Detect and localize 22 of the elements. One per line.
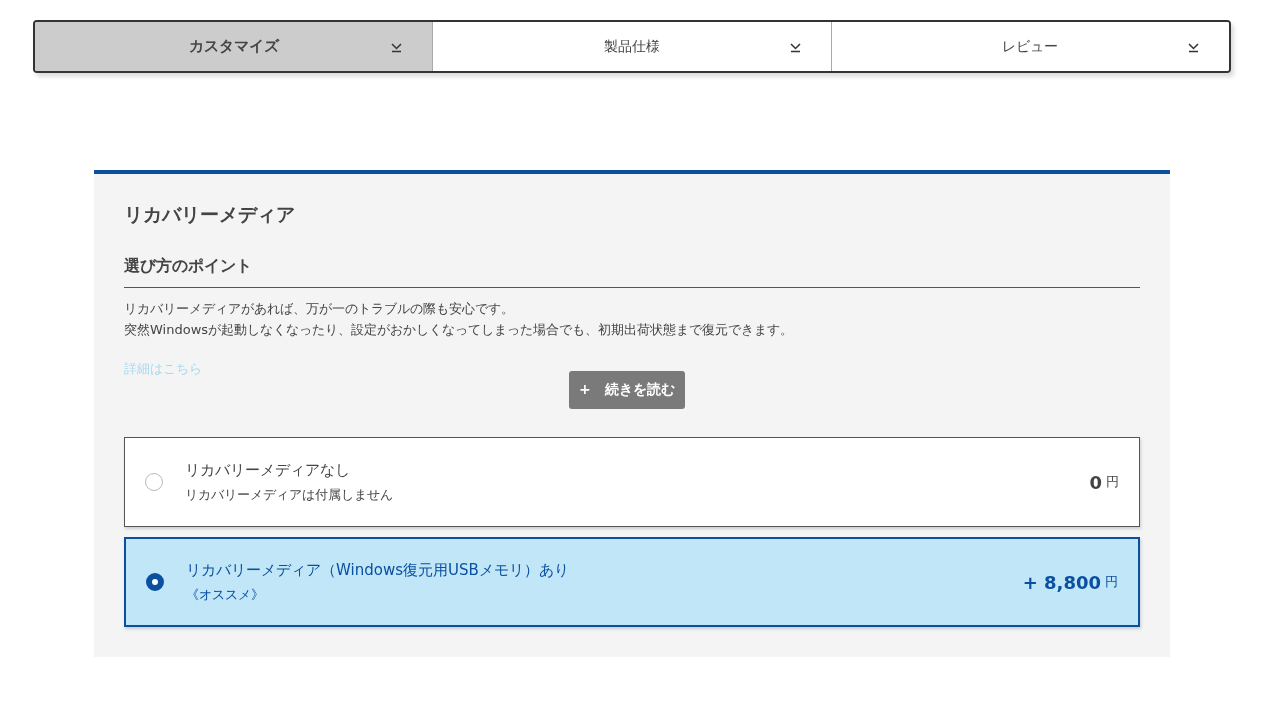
tab[interactable]: 製品仕様 — [432, 22, 831, 71]
option-card[interactable]: リカバリーメディアなし リカバリーメディアは付属しません 0 円 — [124, 437, 1140, 527]
option-name: リカバリーメディア（Windows復元用USBメモリ）あり — [186, 560, 570, 580]
option-note: リカバリーメディアは付属しません — [185, 485, 394, 504]
radio-button[interactable] — [145, 473, 163, 491]
radio-button[interactable] — [146, 573, 164, 591]
currency-unit: 円 — [1105, 573, 1118, 591]
read-more-button[interactable]: + 続きを読む — [569, 371, 685, 409]
option-card[interactable]: リカバリーメディア（Windows復元用USBメモリ）あり 《オススメ》 + 8,800 円 — [124, 537, 1140, 627]
tab[interactable]: カスタマイズ — [35, 22, 433, 71]
currency-unit: 円 — [1106, 473, 1119, 491]
chevron-down-icon — [391, 42, 403, 53]
option-price: + 8,800 — [1022, 571, 1101, 593]
tab[interactable]: レビュー — [830, 22, 1229, 71]
chevron-down-icon — [789, 42, 801, 53]
chevron-down-icon — [1188, 42, 1199, 53]
section-title: リカバリーメディア — [124, 202, 296, 227]
option-name: リカバリーメディアなし — [185, 460, 351, 480]
description-text: リカバリーメディアがあれば、万が一のトラブルの際も安心です。 突然Windowsが起動しなくなったり、設定がおかしくなってしまった場合でも、初期出荷状態まで復元できます。 — [124, 300, 795, 339]
option-price: 0 — [1089, 471, 1102, 493]
section-subtitle: 選び方のポイント — [124, 256, 1140, 288]
option-note: 《オススメ》 — [186, 585, 265, 604]
